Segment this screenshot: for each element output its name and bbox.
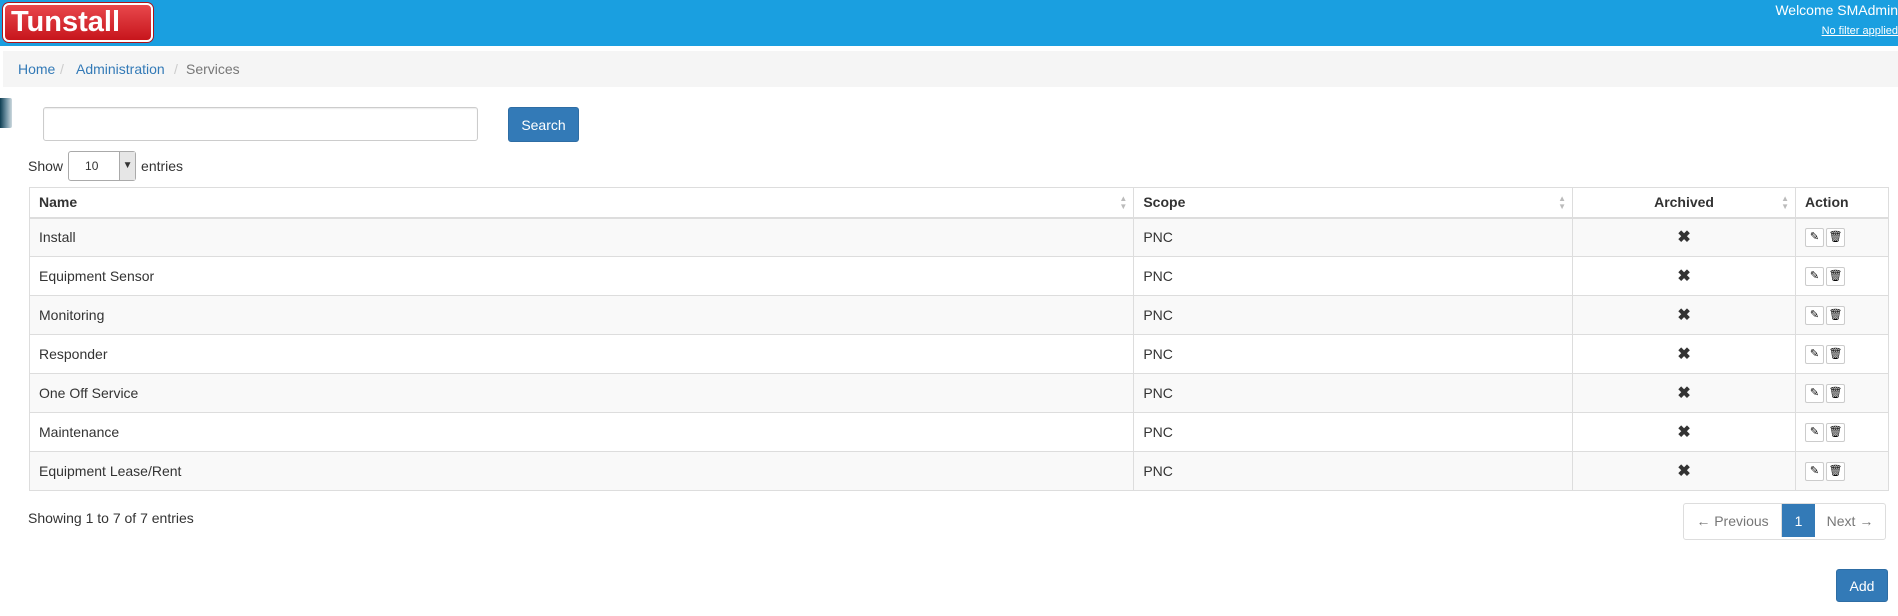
- pagination: ← Previous 1 Next →: [1683, 503, 1886, 540]
- top-bar: Tunstall Welcome SMAdmin No filter appli…: [0, 0, 1898, 46]
- action-cell: ✎ 🗑: [1795, 412, 1889, 452]
- show-label: Show: [28, 158, 64, 174]
- scope-cell: PNC: [1133, 217, 1574, 257]
- service-name-cell: Equipment Lease/Rent: [28, 451, 1135, 491]
- page-length-select[interactable]: 10 ▼: [68, 151, 137, 181]
- scope-cell: PNC: [1133, 256, 1574, 296]
- service-name-cell: Maintenance: [28, 412, 1135, 452]
- edit-icon[interactable]: ✎: [1805, 383, 1824, 403]
- action-cell: ✎ 🗑: [1795, 256, 1889, 296]
- delete-icon[interactable]: 🗑: [1826, 461, 1845, 481]
- tunstall-logo[interactable]: Tunstall: [3, 3, 153, 42]
- table-row: Monitoring PNC ✖ ✎ 🗑: [28, 295, 1889, 335]
- chevron-down-icon: ▼: [119, 152, 136, 180]
- table-info: Showing 1 to 7 of 7 entries: [28, 510, 194, 526]
- breadcrumb-current: Services: [186, 61, 240, 77]
- welcome-text: Welcome SMAdmin: [1775, 2, 1898, 18]
- action-cell: ✎ 🗑: [1795, 217, 1889, 257]
- delete-icon[interactable]: 🗑: [1826, 305, 1845, 325]
- table-row: Responder PNC ✖ ✎ 🗑: [28, 334, 1889, 374]
- delete-icon[interactable]: 🗑: [1826, 227, 1845, 247]
- delete-icon[interactable]: 🗑: [1826, 383, 1845, 403]
- scope-cell: PNC: [1133, 412, 1574, 452]
- edit-icon[interactable]: ✎: [1805, 344, 1824, 364]
- service-name-cell: One Off Service: [28, 373, 1135, 413]
- table-row: Install PNC ✖ ✎ 🗑: [28, 217, 1889, 257]
- breadcrumb: Home / Administration / Services: [3, 51, 1898, 87]
- table-row: One Off Service PNC ✖ ✎ 🗑: [28, 373, 1889, 413]
- archived-x-icon: ✖: [1677, 424, 1691, 441]
- column-header-archived[interactable]: Archived ▲ ▼: [1572, 187, 1796, 219]
- page-1-button[interactable]: 1: [1782, 504, 1815, 537]
- edit-icon[interactable]: ✎: [1805, 227, 1824, 247]
- service-name-cell: Monitoring: [28, 295, 1135, 335]
- service-name-cell: Equipment Sensor: [28, 256, 1135, 296]
- archived-x-icon: ✖: [1677, 229, 1691, 247]
- scope-cell: PNC: [1133, 295, 1574, 335]
- breadcrumb-separator: /: [174, 61, 178, 77]
- action-cell: ✎ 🗑: [1795, 451, 1889, 491]
- action-cell: ✎ 🗑: [1795, 373, 1889, 413]
- archived-x-icon: ✖: [1677, 463, 1691, 480]
- archived-cell: ✖: [1572, 256, 1796, 296]
- table-row: Equipment Sensor PNC ✖ ✎ 🗑: [28, 256, 1889, 296]
- page-length-value: 10: [85, 159, 99, 173]
- search-input[interactable]: [43, 107, 478, 141]
- archived-cell: ✖: [1572, 217, 1796, 257]
- archived-x-icon: ✖: [1677, 268, 1691, 285]
- search-button[interactable]: Search: [508, 107, 579, 142]
- edit-icon[interactable]: ✎: [1805, 305, 1824, 325]
- action-cell: ✎ 🗑: [1795, 295, 1889, 335]
- filter-link[interactable]: No filter applied: [1822, 25, 1898, 37]
- archived-x-icon: ✖: [1677, 307, 1691, 324]
- breadcrumb-separator: /: [60, 61, 64, 77]
- sort-icon: ▲ ▼: [1558, 194, 1567, 211]
- edit-icon[interactable]: ✎: [1805, 461, 1824, 481]
- column-header-action: Action: [1795, 187, 1889, 219]
- breadcrumb-home[interactable]: Home: [18, 61, 55, 77]
- service-name-cell: Install: [28, 217, 1135, 257]
- page-length-control: Show 10 ▼ entries: [28, 151, 183, 181]
- sort-icon: ▲ ▼: [1781, 194, 1789, 211]
- service-name-cell: Responder: [28, 334, 1135, 374]
- archived-cell: ✖: [1572, 412, 1796, 452]
- archived-cell: ✖: [1572, 373, 1796, 413]
- add-button[interactable]: Add: [1836, 569, 1888, 602]
- archived-cell: ✖: [1572, 451, 1796, 491]
- edit-icon[interactable]: ✎: [1805, 422, 1824, 442]
- archived-cell: ✖: [1572, 334, 1796, 374]
- logo-text: Tunstall: [11, 6, 121, 38]
- column-header-scope[interactable]: Scope ▲ ▼: [1133, 187, 1574, 219]
- table-row: Equipment Lease/Rent PNC ✖ ✎ 🗑: [28, 451, 1889, 491]
- archived-x-icon: ✖: [1677, 346, 1691, 363]
- scope-cell: PNC: [1133, 373, 1574, 413]
- next-page-button[interactable]: Next →: [1815, 504, 1885, 537]
- archived-x-icon: ✖: [1677, 385, 1691, 402]
- column-header-name[interactable]: Name ▲ ▼: [28, 187, 1135, 219]
- entries-label: entries: [141, 158, 184, 174]
- delete-icon[interactable]: 🗑: [1826, 266, 1845, 286]
- breadcrumb-administration[interactable]: Administration: [76, 61, 165, 77]
- scope-cell: PNC: [1133, 334, 1574, 374]
- scope-cell: PNC: [1133, 451, 1574, 491]
- table-header-row: Name ▲ ▼ Scope ▲ ▼ Archived ▲ ▼ Action: [28, 187, 1889, 219]
- services-table: Name ▲ ▼ Scope ▲ ▼ Archived ▲ ▼ Action Install…: [28, 187, 1889, 491]
- archived-cell: ✖: [1572, 295, 1796, 335]
- table-row: Maintenance PNC ✖ ✎ 🗑: [28, 412, 1889, 452]
- sort-icon: ▲ ▼: [1119, 194, 1128, 211]
- action-cell: ✎ 🗑: [1795, 334, 1889, 374]
- delete-icon[interactable]: 🗑: [1826, 422, 1845, 442]
- sidebar-toggle-handle[interactable]: [0, 98, 12, 128]
- delete-icon[interactable]: 🗑: [1826, 344, 1845, 364]
- edit-icon[interactable]: ✎: [1805, 266, 1824, 286]
- previous-page-button[interactable]: ← Previous: [1684, 504, 1782, 537]
